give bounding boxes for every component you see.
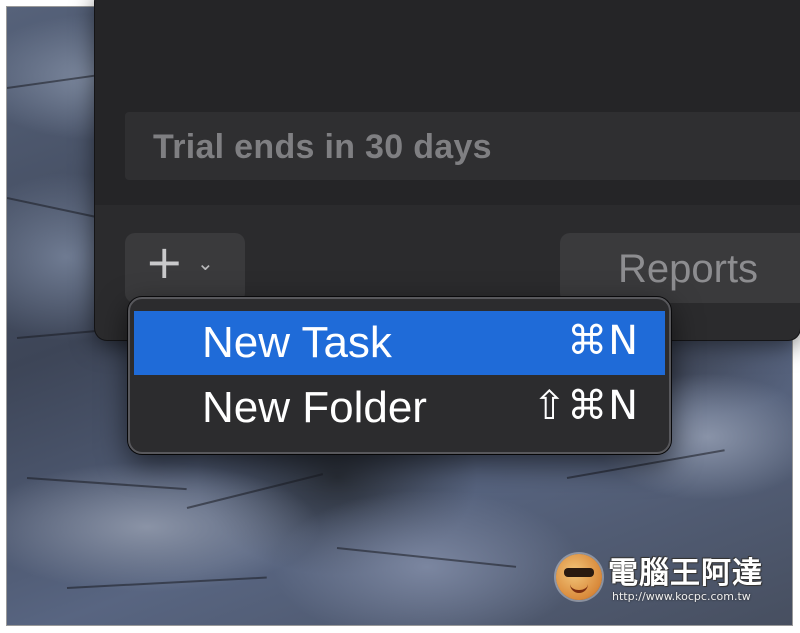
trial-banner: Trial ends in 30 days [125,112,800,180]
rock-crack [336,547,517,568]
add-menu-button[interactable]: + ⌄ [125,233,245,303]
menu-item-label: New Folder [202,383,427,432]
window-content-area: Trial ends in 30 days [95,0,800,205]
rock-crack [186,473,324,509]
plus-icon: + [145,235,184,289]
menu-item-new-task[interactable]: New Task ⌘N [134,311,665,375]
reports-tab[interactable]: Reports [560,233,800,303]
rock-crack [7,197,101,219]
menu-item-shortcut: ⇧⌘N [532,383,639,429]
trial-banner-text: Trial ends in 30 days [153,128,492,166]
watermark-url: http://www.kocpc.com.tw [612,590,751,603]
rock-crack [26,477,187,491]
menu-item-new-folder[interactable]: New Folder ⇧⌘N [134,376,665,440]
watermark-title: 電腦王阿達 [608,556,763,591]
add-dropdown-menu: New Task ⌘N New Folder ⇧⌘N [128,297,671,454]
reports-tab-label: Reports [618,247,759,291]
menu-item-label: New Task [202,318,392,367]
menu-item-shortcut: ⌘N [567,318,639,364]
mascot-face-icon [556,554,602,600]
rock-crack [16,329,107,339]
app-window: Trial ends in 30 days + ⌄ Reports [95,0,800,340]
watermark: 電腦王阿達 http://www.kocpc.com.tw [556,548,786,614]
rock-crack [66,576,267,589]
chevron-down-icon: ⌄ [197,251,214,275]
